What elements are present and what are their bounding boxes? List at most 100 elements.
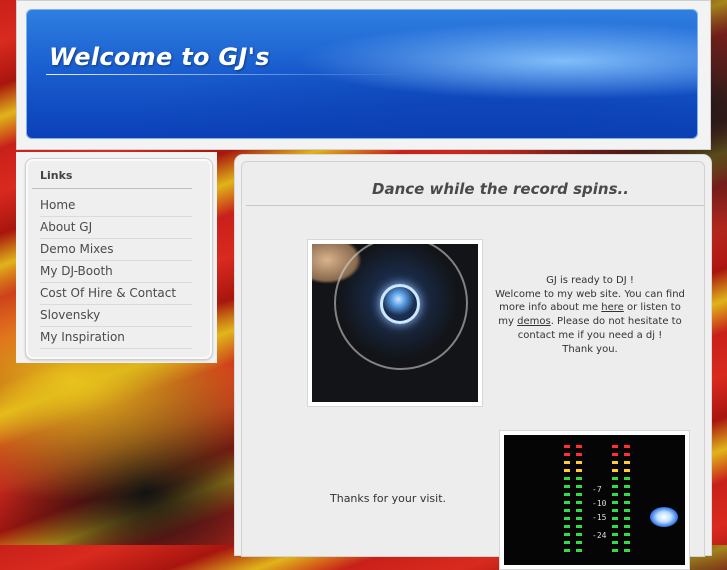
led-segment [612,445,618,448]
led-segment [612,501,618,504]
led-segment [612,469,618,472]
led-segment [612,525,618,528]
content-divider [246,205,704,206]
led-segment [624,469,630,472]
links-panel: Links Home About GJ Demo Mixes My DJ-Boo… [25,158,213,360]
led-segment [624,493,630,496]
content-panel: Dance while the record spins.. GJ is rea… [241,161,705,570]
led-segment [624,453,630,456]
led-segment [624,525,630,528]
led-segment [612,461,618,464]
mixer-label: -24 [592,531,607,540]
led-meter [612,445,618,560]
led-segment [564,533,570,536]
led-segment [564,549,570,552]
led-segment [576,453,582,456]
site-title: Welcome to GJ's [49,43,270,71]
nav-item-my-inspiration[interactable]: My Inspiration [40,327,192,349]
led-meter [624,445,630,560]
led-segment [612,541,618,544]
record-center-light [380,284,420,324]
welcome-line-5: contact me if you need a dj ! [517,329,663,341]
led-segment [576,533,582,536]
nav-item-demo-mixes[interactable]: Demo Mixes [40,239,192,261]
nav-item-about-gj[interactable]: About GJ [40,217,192,239]
mixer-image: -15 -24 -10 -7 [504,435,685,565]
led-segment [576,469,582,472]
led-segment [576,485,582,488]
led-segment [576,445,582,448]
led-segment [624,461,630,464]
demos-link[interactable]: demos [517,316,551,327]
led-segment [564,461,570,464]
led-meter [564,445,570,560]
led-segment [624,509,630,512]
header: Welcome to GJ's [16,0,711,150]
led-segment [576,493,582,496]
led-segment [612,453,618,456]
header-banner: Welcome to GJ's [26,9,698,139]
content-heading: Dance while the record spins.. [372,180,629,198]
welcome-line-3-post: or listen to [623,302,681,314]
mixer-glow-button [650,507,678,527]
nav-list: Home About GJ Demo Mixes My DJ-Booth Cos… [40,195,192,349]
led-segment [576,549,582,552]
welcome-line-2: Welcome to my web site. You can find [495,288,685,300]
mixer-label: -7 [592,485,602,494]
welcome-line-6: Thank you. [562,343,618,355]
led-segment [564,541,570,544]
led-segment [564,501,570,504]
led-segment [612,533,618,536]
led-segment [624,533,630,536]
led-segment [576,461,582,464]
led-segment [564,477,570,480]
links-heading: Links [40,169,73,182]
led-segment [576,525,582,528]
welcome-line-1: GJ is ready to DJ ! [546,275,634,286]
nav-item-dj-booth[interactable]: My DJ-Booth [40,261,192,283]
mixer-label: -15 [592,513,607,522]
title-underline [46,74,406,75]
led-segment [576,509,582,512]
led-segment [624,501,630,504]
thanks-text: Thanks for your visit. [330,492,447,505]
welcome-line-4-post: . Please do not hesitate to [550,316,682,328]
main-content: Dance while the record spins.. GJ is rea… [235,155,711,570]
led-segment [564,525,570,528]
led-segment [624,541,630,544]
led-segment [612,485,618,488]
led-segment [624,445,630,448]
led-segment [612,509,618,512]
led-segment [624,485,630,488]
led-segment [624,517,630,520]
nav-item-cost-of-hire[interactable]: Cost Of Hire & Contact [40,283,192,305]
led-segment [612,493,618,496]
led-segment [612,477,618,480]
sidebar: Links Home About GJ Demo Mixes My DJ-Boo… [16,152,217,363]
mixer-photo: -15 -24 -10 -7 [499,430,690,570]
led-segment [564,493,570,496]
mixer-label: -10 [592,499,607,508]
led-segment [564,509,570,512]
nav-item-slovensky[interactable]: Slovensky [40,305,192,327]
led-segment [612,549,618,552]
led-segment [576,541,582,544]
nav-item-home[interactable]: Home [40,195,192,217]
led-segment [612,517,618,520]
led-segment [564,453,570,456]
welcome-line-4-pre: my [498,316,518,328]
welcome-line-4: my demos. Please do not hesitate to [490,315,690,329]
led-segment [576,501,582,504]
led-segment [576,517,582,520]
welcome-line-3-pre: more info about me [499,302,602,314]
led-meter [576,445,582,560]
welcome-text: GJ is ready to DJ ! Welcome to my web si… [490,274,690,356]
welcome-line-3: more info about me here or listen to [490,301,690,315]
turntable-photo [307,239,483,407]
links-divider [32,188,192,189]
led-segment [564,469,570,472]
here-link[interactable]: here [601,302,624,313]
led-segment [624,477,630,480]
led-segment [624,549,630,552]
led-segment [564,445,570,448]
